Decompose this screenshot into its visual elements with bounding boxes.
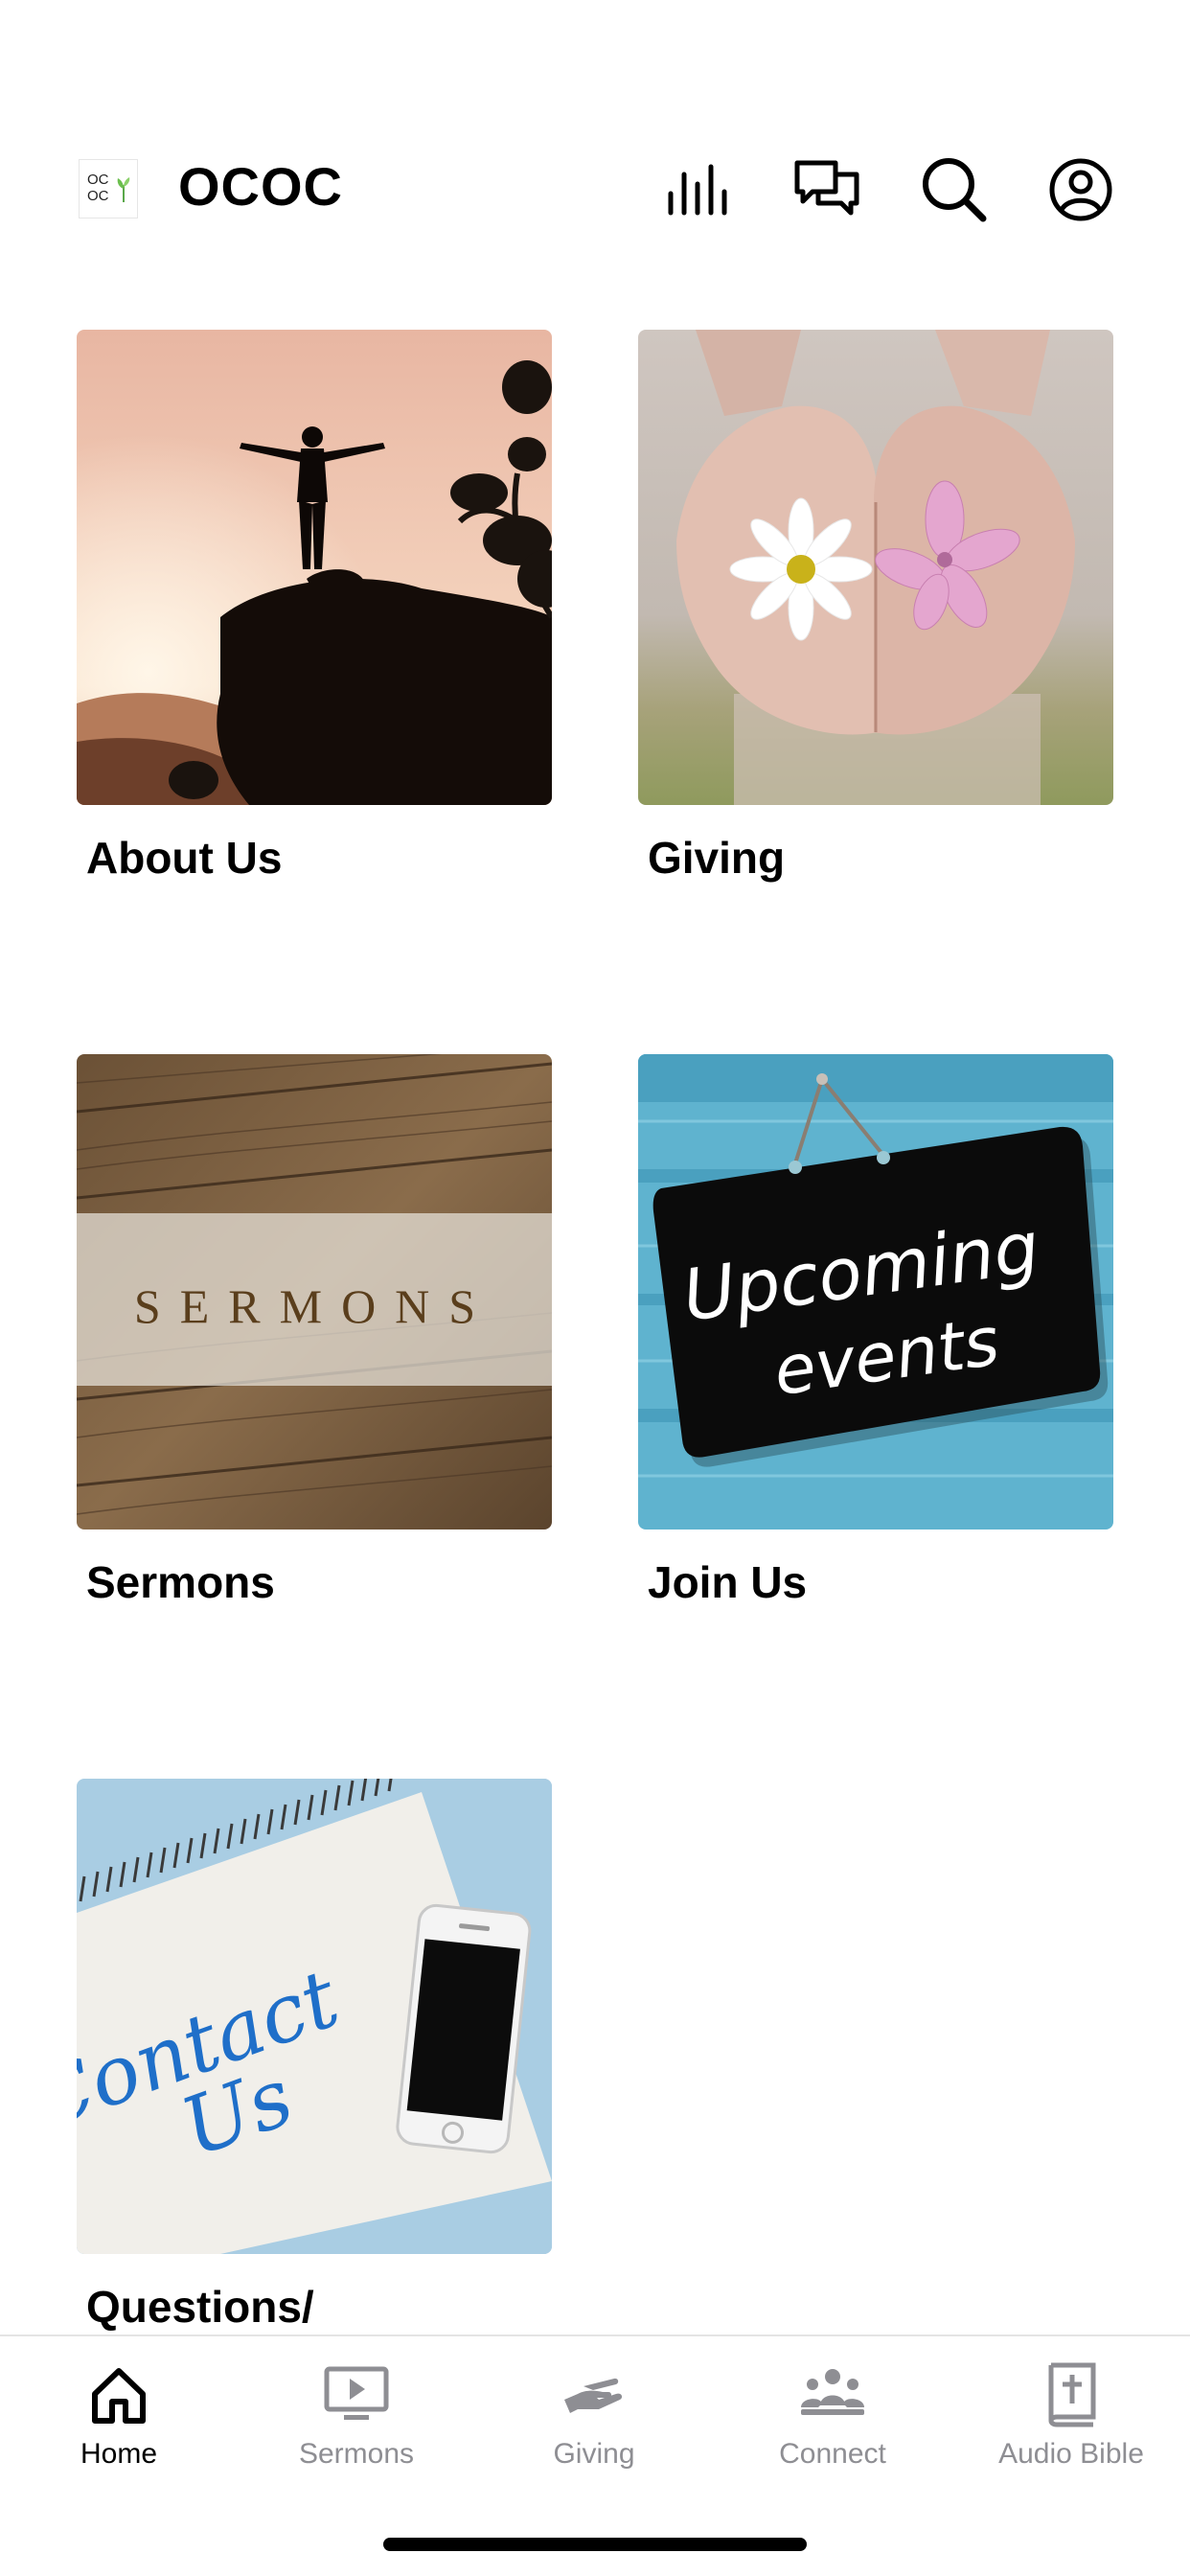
tab-audio-bible[interactable]: Audio Bible bbox=[952, 2356, 1190, 2499]
tab-label: Audio Bible bbox=[998, 2438, 1144, 2470]
tile-label: About Us bbox=[86, 833, 283, 883]
people-icon bbox=[801, 2369, 864, 2415]
about-us-image bbox=[77, 330, 552, 805]
tile-label: Join Us bbox=[648, 1557, 808, 1607]
join-us-image: Upcoming events bbox=[638, 1054, 1113, 1530]
app-title: OCOC bbox=[178, 156, 343, 217]
tab-label: Home bbox=[80, 2438, 158, 2470]
audio-bars-icon[interactable] bbox=[663, 153, 736, 226]
tile-about-us[interactable]: About Us bbox=[77, 330, 552, 883]
tile-label: Giving bbox=[648, 833, 786, 883]
tile-questions[interactable]: Contact Us Questions/ bbox=[77, 1779, 552, 2332]
tile-sermons[interactable]: SERMONS Sermons bbox=[77, 1054, 552, 1607]
tab-label: Connect bbox=[779, 2438, 886, 2470]
chat-icon[interactable] bbox=[791, 153, 864, 226]
bible-icon bbox=[1048, 2362, 1096, 2427]
tab-giving[interactable]: Giving bbox=[475, 2356, 713, 2499]
sermons-image-text: SERMONS bbox=[134, 1279, 494, 1333]
leaf-icon bbox=[117, 177, 130, 202]
tab-connect[interactable]: Connect bbox=[714, 2356, 951, 2499]
tab-home[interactable]: Home bbox=[0, 2356, 238, 2499]
questions-image: Contact Us bbox=[77, 1779, 552, 2254]
tab-sermons[interactable]: Sermons bbox=[238, 2356, 475, 2499]
sermons-image: SERMONS bbox=[77, 1054, 552, 1530]
account-icon[interactable] bbox=[1044, 153, 1117, 226]
app-header: OC OC OCOC bbox=[0, 0, 1190, 288]
tile-giving[interactable]: Giving bbox=[638, 330, 1113, 883]
tile-join-us[interactable]: Upcoming events Join Us bbox=[638, 1054, 1113, 1607]
search-icon[interactable] bbox=[918, 153, 991, 226]
video-icon bbox=[324, 2366, 389, 2420]
tab-label: Giving bbox=[553, 2438, 635, 2470]
giving-image bbox=[638, 330, 1113, 805]
giving-hand-icon bbox=[564, 2378, 623, 2413]
tile-label: Sermons bbox=[86, 1557, 275, 1607]
tile-label: Questions/ bbox=[86, 2282, 314, 2332]
home-indicator[interactable] bbox=[383, 2538, 807, 2551]
home-icon bbox=[92, 2368, 146, 2424]
tab-label: Sermons bbox=[298, 2438, 415, 2470]
app-logo: OC OC bbox=[79, 159, 138, 218]
